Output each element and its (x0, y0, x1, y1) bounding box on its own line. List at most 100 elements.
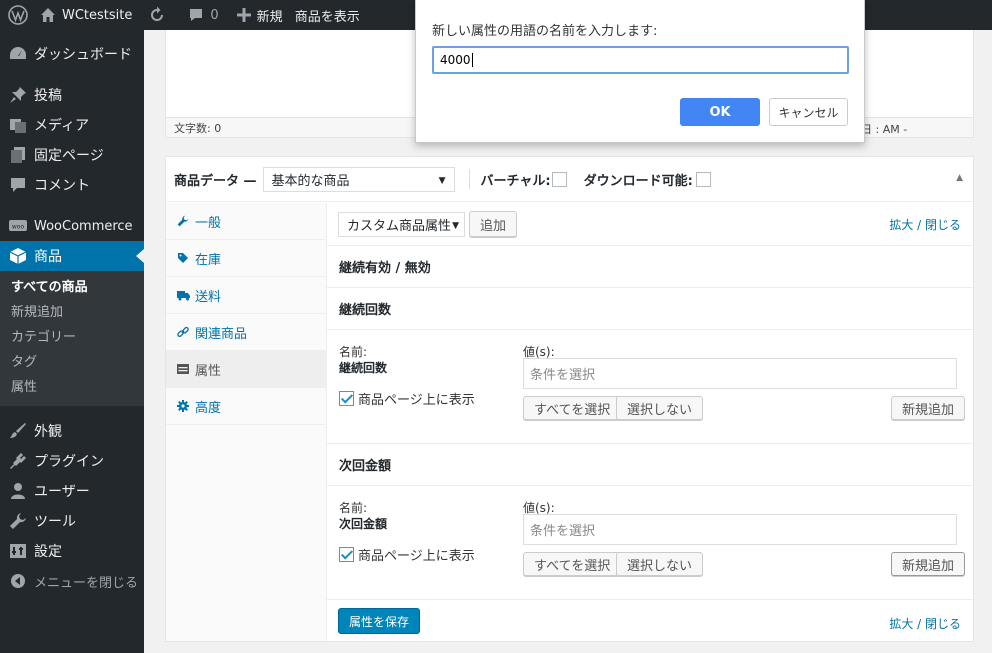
visible-on-product-page[interactable]: 商品ページ上に表示 (339, 389, 475, 408)
tab-linked-products[interactable]: 関連商品 (166, 314, 326, 351)
new-content-link[interactable]: 新規 (227, 0, 291, 30)
dashboard-icon (8, 44, 28, 64)
sidebar-item-label: 設定 (34, 544, 62, 560)
wrench-icon (8, 511, 28, 531)
submenu-add-new[interactable]: 新規追加 (0, 300, 144, 325)
add-new-term-button[interactable]: 新規追加 (891, 552, 966, 576)
visible-on-product-page[interactable]: 商品ページ上に表示 (339, 545, 475, 564)
attribute-header-next-amount[interactable]: 次回金額 (327, 444, 973, 486)
sidebar-item-posts[interactable]: 投稿 (0, 80, 144, 110)
collapse-arrow-icon (8, 571, 28, 591)
sidebar-item-plugins[interactable]: プラグイン (0, 446, 144, 476)
sidebar-item-products[interactable]: 商品 (0, 241, 144, 271)
attribute-body-renewal-count: 名前: 継続回数 商品ページ上に表示 値(s): 条件を選択 すべてを選択 選択… (327, 330, 973, 444)
sidebar-item-comments[interactable]: コメント (0, 170, 144, 200)
wordpress-logo-icon[interactable] (0, 0, 36, 30)
tab-label: 送料 (195, 289, 222, 305)
sidebar-item-label: 商品 (34, 249, 62, 265)
site-name: WCtestsite (62, 7, 133, 23)
submenu-tags[interactable]: タグ (0, 350, 144, 375)
attribute-header-renewal-count[interactable]: 継続回数 (327, 288, 973, 330)
comment-icon (8, 175, 28, 195)
product-type-select[interactable]: 基本的な商品 ▼ (262, 166, 455, 192)
tab-advanced[interactable]: 高度 (166, 388, 326, 425)
media-icon (8, 115, 28, 135)
sidebar-item-label: 固定ページ (34, 148, 104, 164)
visible-checkbox[interactable] (339, 391, 354, 406)
attribute-select-value: カスタム商品属性 (347, 218, 452, 234)
submenu-categories[interactable]: カテゴリー (0, 325, 144, 350)
text-cursor (471, 53, 473, 67)
virtual-label: バーチャル: (480, 173, 551, 189)
woo-icon: woo (8, 216, 28, 236)
brush-icon (8, 421, 28, 441)
user-icon (8, 481, 28, 501)
name-label: 名前: (339, 501, 368, 515)
attributes-panel: カスタム商品属性 ▼ 追加 拡大 / 閉じる 継続有効 / 無効 継続回数 名前… (327, 203, 973, 641)
submenu-all-products[interactable]: すべての商品 (0, 275, 144, 300)
save-attributes-button[interactable]: 属性を保存 (338, 608, 421, 634)
sidebar-item-label: ユーザー (34, 484, 90, 500)
downloadable-checkbox[interactable] (695, 171, 711, 187)
values-input[interactable]: 条件を選択 (523, 514, 957, 545)
attribute-taxonomy-select[interactable]: カスタム商品属性 ▼ (338, 211, 465, 237)
refresh-icon (148, 6, 166, 24)
updates-link[interactable] (140, 0, 174, 30)
tab-general[interactable]: 一般 (166, 203, 326, 240)
select-all-button[interactable]: すべてを選択 (523, 396, 622, 420)
add-attribute-button[interactable]: 追加 (469, 211, 518, 237)
expand-close-link-bottom[interactable]: 拡大 / 閉じる (889, 615, 961, 632)
select-all-button[interactable]: すべてを選択 (523, 552, 622, 576)
gear-icon (176, 399, 190, 413)
add-new-term-button[interactable]: 新規追加 (891, 396, 966, 420)
sidebar-item-label: コメント (34, 178, 90, 194)
tab-inventory[interactable]: 在庫 (166, 240, 326, 277)
sidebar-item-dashboard[interactable]: ダッシュボード (0, 39, 144, 69)
comments-link[interactable]: 0 (174, 0, 226, 30)
view-product-link[interactable]: 商品を表示 (291, 0, 368, 30)
products-submenu: すべての商品 新規追加 カテゴリー タグ 属性 (0, 271, 144, 406)
tab-label: 在庫 (195, 252, 222, 268)
site-name-link[interactable]: WCtestsite (36, 0, 140, 30)
sidebar-item-settings[interactable]: 設定 (0, 536, 144, 566)
attribute-name: 継続回数 (339, 361, 388, 375)
virtual-checkbox[interactable] (551, 171, 567, 187)
product-data-box: 商品データ — 基本的な商品 ▼ バーチャル: ダウンロード可能: ▲ 一般 在… (165, 156, 974, 642)
sidebar-item-appearance[interactable]: 外観 (0, 416, 144, 446)
sidebar-item-tools[interactable]: ツール (0, 506, 144, 536)
select-none-button[interactable]: 選択しない (616, 552, 704, 576)
submenu-attributes[interactable]: 属性 (0, 375, 144, 400)
truck-icon (176, 288, 190, 302)
collapse-toggle-icon[interactable]: ▲ (956, 173, 963, 183)
attribute-name: 次回金額 (339, 517, 388, 531)
collapse-menu-button[interactable]: メニューを閉じる (0, 566, 144, 596)
sidebar-item-media[interactable]: メディア (0, 110, 144, 140)
visible-checkbox[interactable] (339, 547, 354, 562)
home-icon (40, 7, 56, 23)
dialog-input[interactable]: 4000 (432, 46, 849, 74)
values-input[interactable]: 条件を選択 (523, 358, 957, 389)
word-count: 文字数: 0 (174, 121, 222, 135)
tab-shipping[interactable]: 送料 (166, 277, 326, 314)
admin-sidebar: ダッシュボード 投稿 メディア 固定ページ コメント woo WooCommer… (0, 30, 144, 653)
comments-count: 0 (210, 7, 219, 23)
sidebar-item-label: ツール (34, 514, 76, 530)
attributes-toolbar: カスタム商品属性 ▼ 追加 拡大 / 閉じる (327, 203, 973, 246)
sidebar-item-pages[interactable]: 固定ページ (0, 140, 144, 170)
attribute-header-subscription-toggle[interactable]: 継続有効 / 無効 (327, 246, 973, 288)
view-product-label: 商品を表示 (294, 9, 360, 25)
tab-attributes[interactable]: 属性 (166, 351, 326, 388)
settings-icon (8, 541, 28, 561)
wrench-icon (176, 214, 190, 228)
sidebar-item-woocommerce[interactable]: woo WooCommerce (0, 211, 144, 241)
sidebar-item-label: ダッシュボード (34, 47, 132, 63)
ok-button[interactable]: OK (680, 98, 760, 126)
cancel-button[interactable]: キャンセル (769, 98, 848, 126)
plus-icon (236, 8, 251, 22)
select-none-button[interactable]: 選択しない (616, 396, 704, 420)
expand-close-link[interactable]: 拡大 / 閉じる (889, 216, 961, 233)
sidebar-item-users[interactable]: ユーザー (0, 476, 144, 506)
prompt-dialog: 新しい属性の用語の名前を入力します: 4000 OK キャンセル (415, 0, 865, 143)
pin-icon (8, 85, 28, 105)
list-table-icon (176, 362, 190, 376)
